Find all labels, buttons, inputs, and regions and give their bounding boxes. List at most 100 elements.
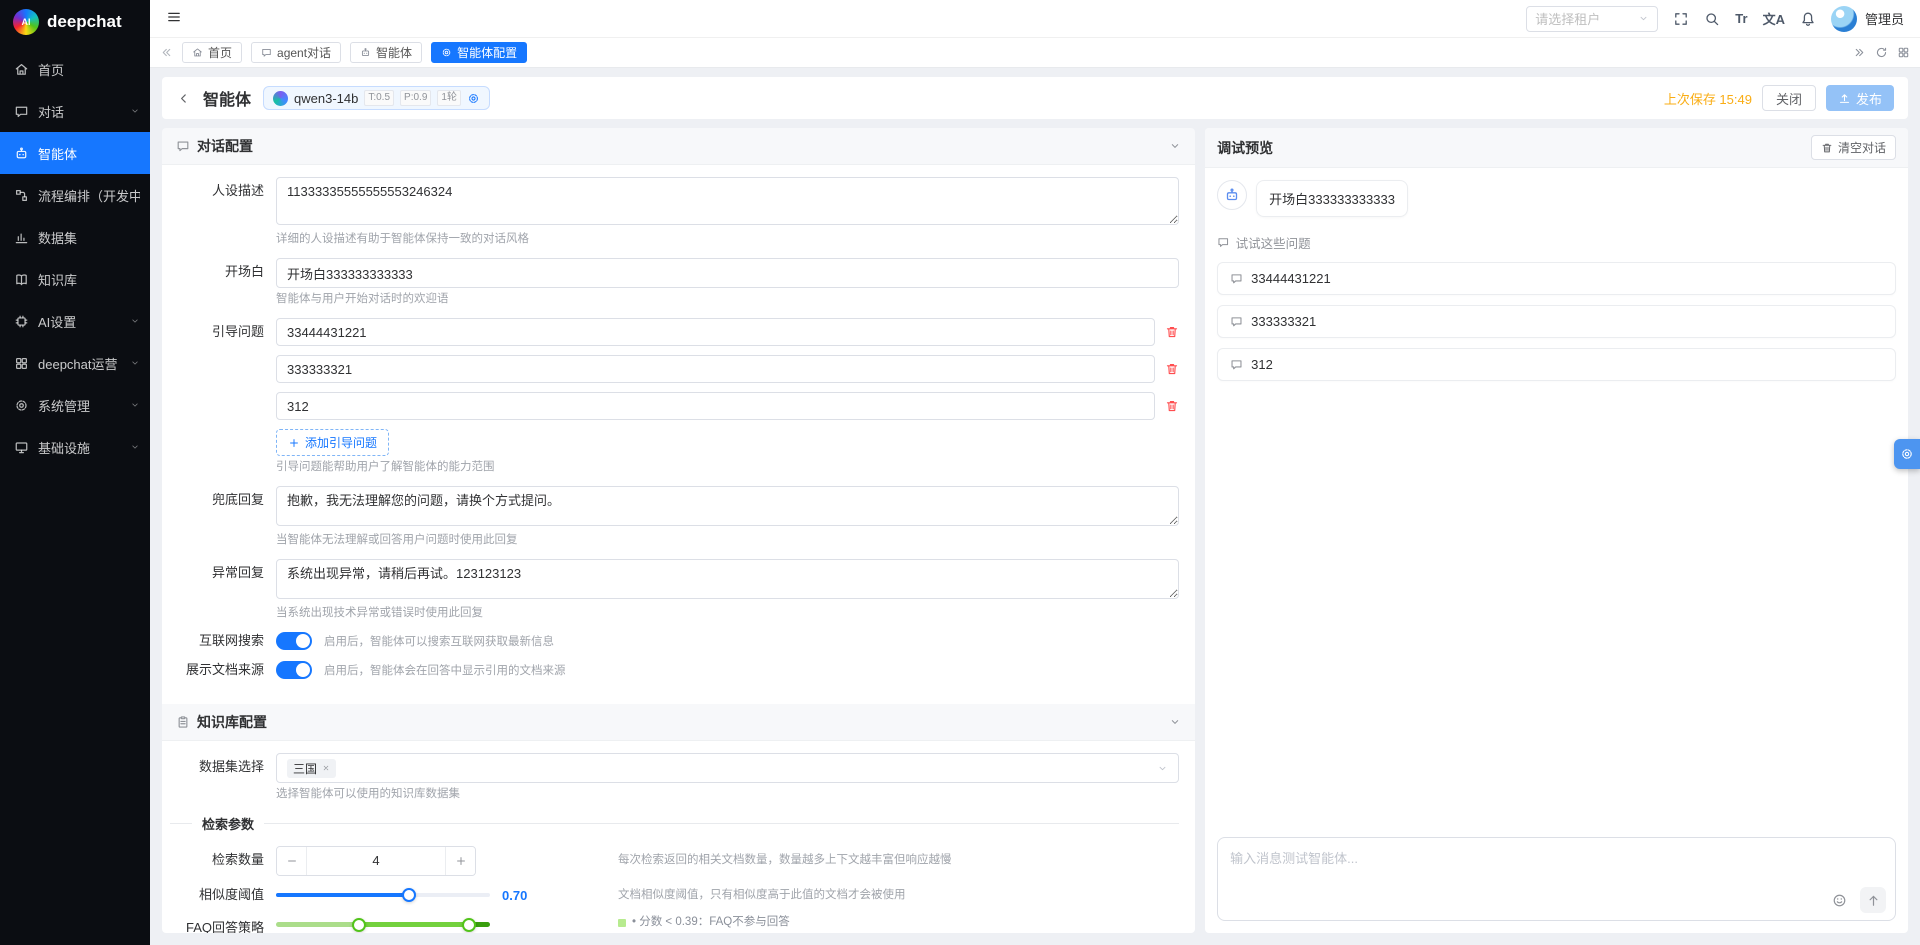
- sidebar-item-operations[interactable]: deepchat运营: [0, 342, 150, 384]
- sidebar-item-agent[interactable]: 智能体: [0, 132, 150, 174]
- input-toolbar: [1826, 887, 1886, 913]
- sidebar-item-home[interactable]: 首页: [0, 48, 150, 90]
- collapse-chevron-icon[interactable]: [1169, 716, 1181, 728]
- app-title: deepchat: [47, 12, 122, 31]
- section-chat-config-header[interactable]: 对话配置: [162, 128, 1196, 165]
- retrieve-count-label: 检索数量: [211, 852, 264, 868]
- tabs-scroll-left-button[interactable]: [160, 46, 173, 59]
- app-logo[interactable]: AI deepchat: [0, 0, 150, 44]
- apps-icon: [14, 356, 29, 371]
- faq-range-slider[interactable]: [276, 917, 490, 932]
- back-button[interactable]: [176, 91, 191, 106]
- chat-icon: [14, 104, 29, 119]
- fallback-input[interactable]: 抱歉，我无法理解您的问题，请换个方式提问。: [276, 486, 1180, 527]
- delete-question-button[interactable]: [1165, 325, 1179, 339]
- similarity-slider[interactable]: [276, 888, 490, 902]
- sidebar-item-ai-settings[interactable]: AI设置: [0, 300, 150, 342]
- tab-agent-config[interactable]: 智能体配置: [431, 42, 528, 63]
- model-selector[interactable]: qwen3-14b T:0.5 P:0.9 1轮: [263, 86, 490, 110]
- guide-question-input[interactable]: [276, 318, 1156, 347]
- collapse-chevron-icon[interactable]: [1169, 140, 1181, 152]
- tenant-select-placeholder: 请选择租户: [1535, 12, 1601, 27]
- last-saved-text: 上次保存 15:49: [1663, 91, 1752, 107]
- faq-merge-handle[interactable]: [352, 917, 367, 932]
- emoji-button[interactable]: [1826, 887, 1852, 913]
- chevron-down-icon: [130, 400, 140, 410]
- show-sources-toggle[interactable]: [276, 661, 312, 680]
- sidebar-item-infrastructure[interactable]: 基础设施: [0, 426, 150, 468]
- tabs-scroll-right-button[interactable]: [1853, 46, 1866, 59]
- delete-question-button[interactable]: [1165, 362, 1179, 376]
- tab-agent[interactable]: 智能体: [350, 42, 423, 63]
- stepper-minus-button[interactable]: [277, 846, 307, 875]
- font-size-icon[interactable]: Tr: [1735, 11, 1747, 26]
- sidebar-item-flow[interactable]: 流程编排（开发中）: [0, 174, 150, 216]
- delete-question-button[interactable]: [1165, 399, 1179, 413]
- tab-layout-button[interactable]: [1897, 46, 1910, 59]
- close-button[interactable]: 关闭: [1761, 85, 1816, 111]
- topbar: 请选择租户 Tr 文A 管理员: [150, 0, 1920, 38]
- suggested-question[interactable]: 333333321: [1217, 305, 1896, 338]
- tab-agent-chat[interactable]: agent对话: [251, 42, 342, 63]
- model-logo-icon: [273, 90, 289, 106]
- translate-icon[interactable]: 文A: [1763, 9, 1785, 28]
- debug-chat-area[interactable]: 开场白333333333333 试试这些问题 33444431221 33333…: [1205, 168, 1908, 829]
- publish-button[interactable]: 发布: [1825, 85, 1894, 111]
- guide-question-row: [276, 318, 1179, 347]
- suggested-question[interactable]: 33444431221: [1217, 262, 1896, 295]
- exception-input[interactable]: 系统出现异常，请稍后再试。123123123: [276, 559, 1180, 600]
- send-button[interactable]: [1860, 887, 1886, 913]
- clear-conversation-button[interactable]: 清空对话: [1810, 135, 1896, 160]
- faq-legend-item: • 分数 < 0.39：FAQ不参与回答: [618, 914, 1179, 932]
- internet-search-toggle[interactable]: [276, 632, 312, 651]
- robot-icon: [360, 47, 371, 58]
- similarity-hint: 文档相似度阈值，只有相似度高于此值的文档才会被使用: [618, 888, 906, 901]
- add-guide-question-button[interactable]: 添加引导问题: [276, 429, 390, 457]
- chevron-down-icon: [130, 106, 140, 116]
- sidebar-item-dataset[interactable]: 数据集: [0, 216, 150, 258]
- model-settings-icon[interactable]: [467, 92, 480, 105]
- ai-chip-icon: [14, 314, 29, 329]
- tenant-select[interactable]: 请选择租户: [1526, 5, 1659, 32]
- chevron-left-icon: [176, 91, 191, 106]
- suggested-question[interactable]: 312: [1217, 348, 1896, 381]
- guide-question-input[interactable]: [276, 355, 1156, 384]
- persona-input[interactable]: 11333335555555553246324: [276, 177, 1180, 225]
- message-input[interactable]: [1218, 838, 1895, 890]
- slider-handle[interactable]: [401, 888, 416, 902]
- section-kb-config-header[interactable]: 知识库配置: [162, 704, 1196, 742]
- sidebar-collapse-button[interactable]: [166, 9, 182, 28]
- tag-close-icon[interactable]: [322, 764, 330, 772]
- chat-config-form: 人设描述 11333335555555553246324 详细的人设描述有助于智…: [162, 165, 1195, 704]
- guide-question-input[interactable]: [276, 392, 1156, 421]
- faq-strategy-label: FAQ回答策略: [185, 920, 264, 933]
- kb-config-form: 数据集选择 三国 选择智能体可以使用的知识库数据集 检索参数 检索数量 4 每次…: [162, 741, 1195, 933]
- minus-icon: [286, 855, 298, 867]
- stepper-plus-button[interactable]: [445, 846, 475, 875]
- sidebar-item-conversation[interactable]: 对话: [0, 90, 150, 132]
- dataset-select[interactable]: 三国: [276, 753, 1180, 784]
- sidebar-item-system-management[interactable]: 系统管理: [0, 384, 150, 426]
- tab-home[interactable]: 首页: [182, 42, 243, 63]
- home-icon: [192, 47, 203, 58]
- user-menu[interactable]: 管理员: [1830, 5, 1904, 32]
- smiley-icon: [1832, 893, 1847, 908]
- fullscreen-button[interactable]: [1673, 11, 1689, 27]
- slider-fill: [276, 893, 409, 897]
- debug-header: 调试预览 清空对话: [1205, 128, 1908, 168]
- faq-direct-handle[interactable]: [461, 917, 476, 932]
- chevron-down-icon: [130, 358, 140, 368]
- opening-input[interactable]: [276, 258, 1180, 289]
- notifications-button[interactable]: [1800, 11, 1816, 27]
- similarity-label: 相似度阈值: [198, 886, 264, 902]
- config-panel[interactable]: 对话配置 人设描述 11333335555555553246324 详细的人设描…: [162, 128, 1196, 933]
- refresh-tab-button[interactable]: [1875, 46, 1888, 59]
- retrieve-count-input[interactable]: [307, 846, 445, 875]
- guide-questions-hint: 引导问题能帮助用户了解智能体的能力范围: [276, 461, 495, 474]
- guide-question-row: [276, 392, 1179, 421]
- floating-settings-button[interactable]: [1894, 439, 1920, 469]
- search-button[interactable]: [1704, 11, 1720, 27]
- sidebar-item-knowledge-base[interactable]: 知识库: [0, 258, 150, 300]
- robot-icon: [14, 146, 29, 161]
- dataset-select-label: 数据集选择: [198, 759, 264, 775]
